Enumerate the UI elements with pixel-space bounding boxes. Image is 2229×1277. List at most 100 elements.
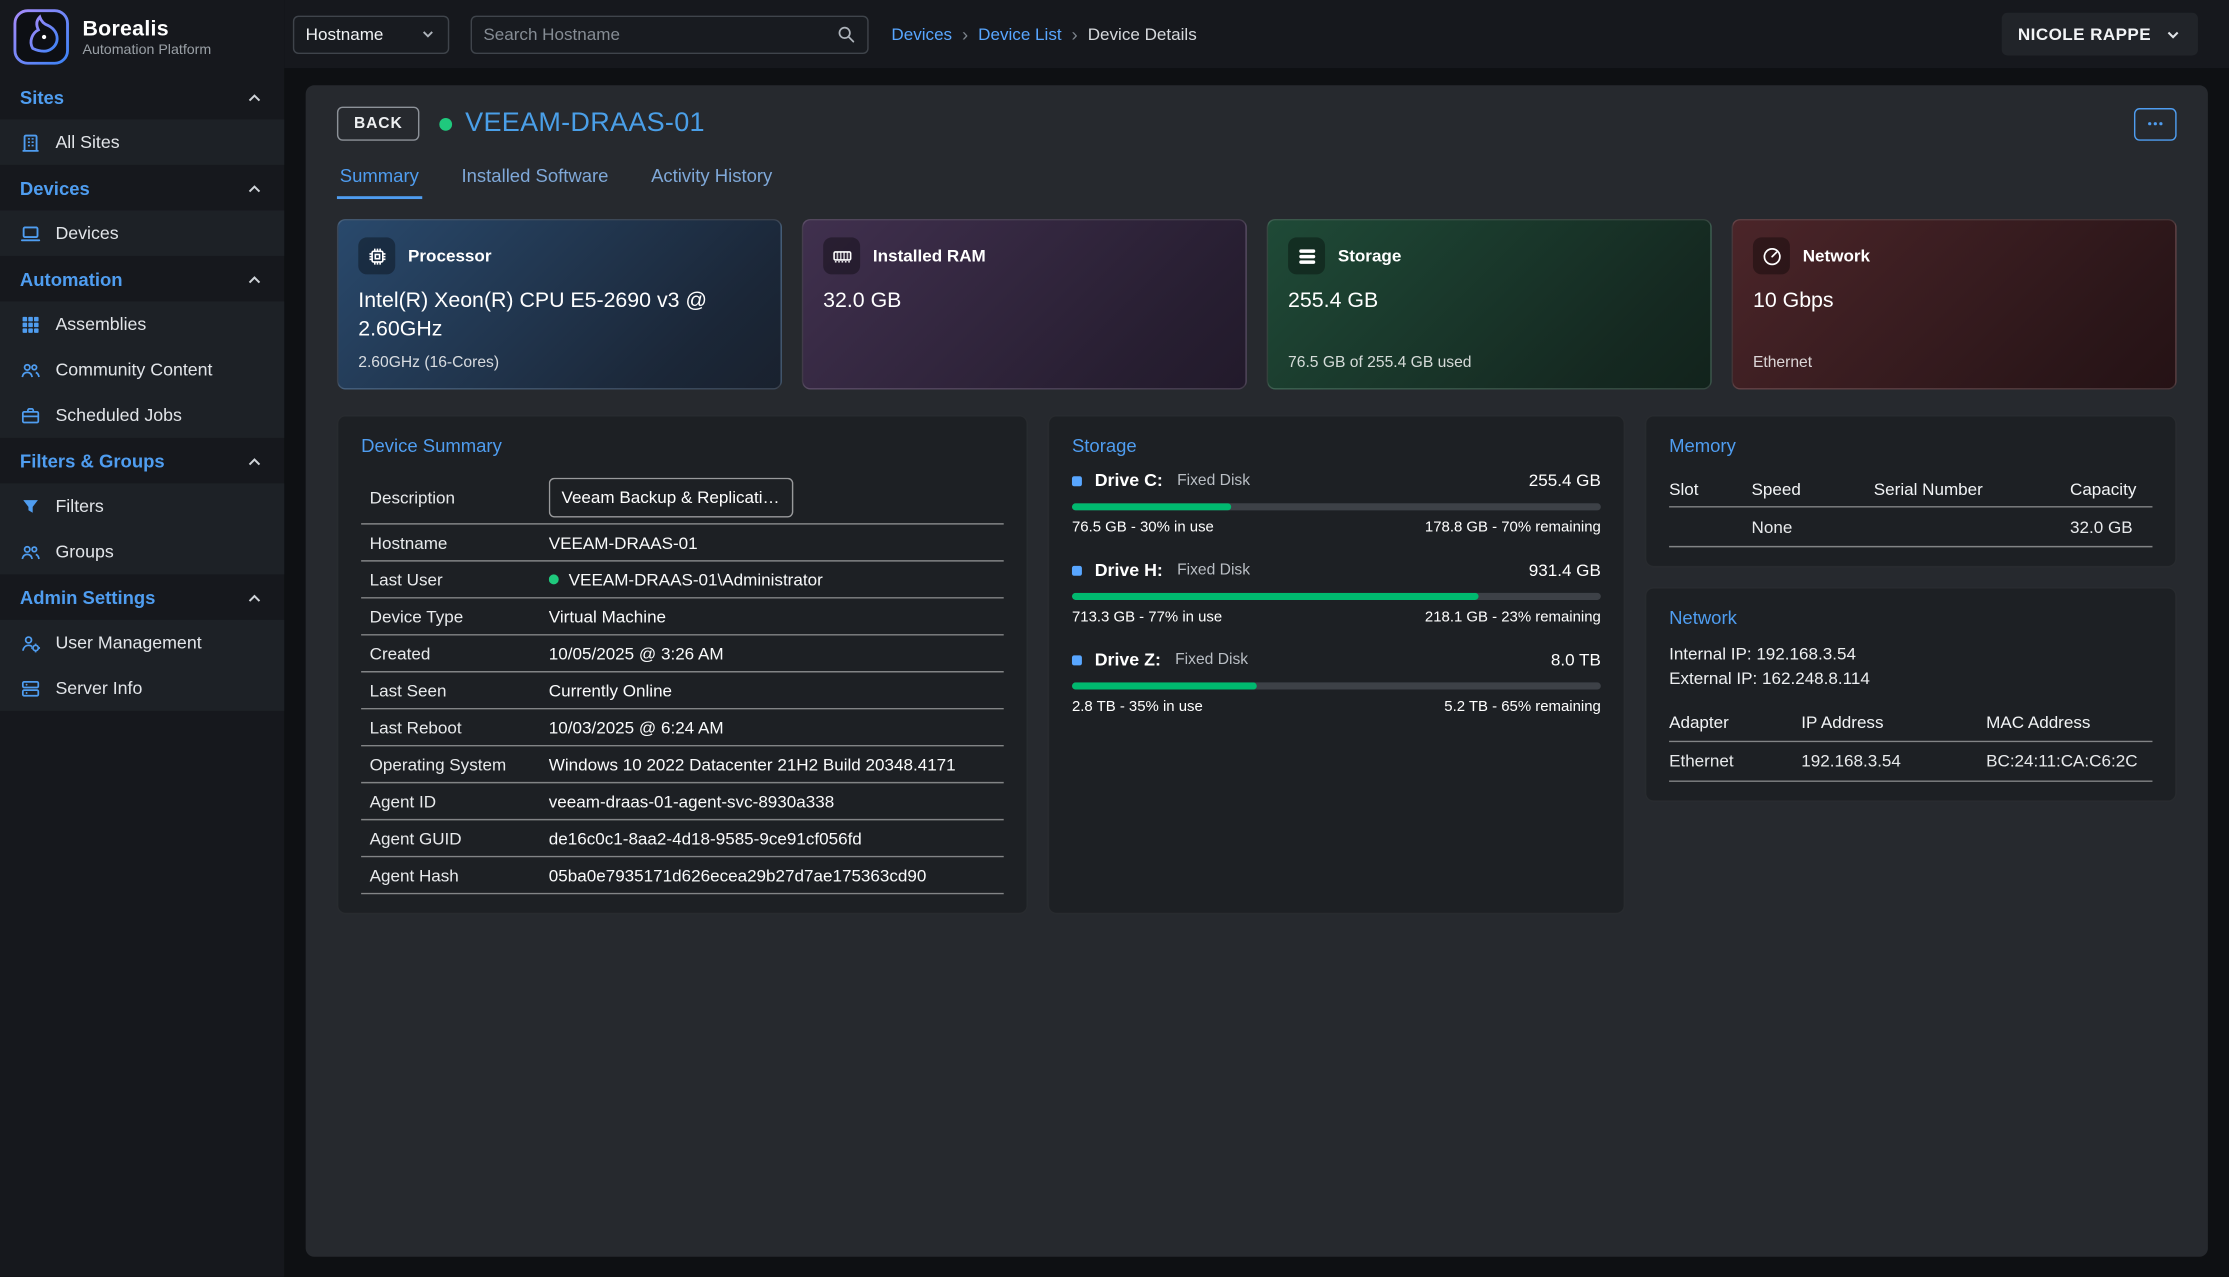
app-root: Borealis Automation Platform Sites All S…: [0, 0, 2229, 1277]
sidebar-item-groups[interactable]: Groups: [0, 529, 284, 574]
storage-panel-title: Storage: [1072, 435, 1601, 456]
breadcrumb-devices-link[interactable]: Devices: [891, 24, 952, 44]
drive-bullet-icon: [1072, 476, 1082, 486]
sidebar-item-all-sites[interactable]: All Sites: [0, 119, 284, 164]
detail-grid: Device Summary Description Hostname VEEA…: [337, 415, 2177, 914]
memory-panel-title: Memory: [1669, 435, 2152, 456]
memory-panel: Memory Slot Speed Serial Number Capacity…: [1645, 415, 2177, 567]
tab-summary[interactable]: Summary: [337, 159, 422, 199]
sidebar-item-assemblies[interactable]: Assemblies: [0, 301, 284, 346]
cell-adapter: Ethernet: [1669, 751, 1801, 771]
row-label: Hostname: [361, 532, 549, 552]
col-speed: Speed: [1752, 478, 1874, 498]
stat-cards: Processor Intel(R) Xeon(R) CPU E5-2690 v…: [337, 219, 2177, 390]
sidebar-item-devices[interactable]: Devices: [0, 210, 284, 255]
sidebar-item-user-management[interactable]: User Management: [0, 620, 284, 665]
back-button[interactable]: BACK: [337, 107, 420, 141]
breadcrumb-separator: ›: [962, 23, 968, 44]
sidebar-item-label: Server Info: [55, 678, 142, 698]
network-table-row: Ethernet 192.168.3.54 BC:24:11:CA:C6:2C: [1669, 742, 2152, 782]
sidebar-item-community-content[interactable]: Community Content: [0, 347, 284, 392]
user-menu-button[interactable]: NICOLE RAPPE: [2002, 13, 2198, 56]
sidebar-section-filters-groups[interactable]: Filters & Groups: [0, 438, 284, 483]
storage-value: 255.4 GB: [1288, 287, 1690, 315]
sidebar-item-label: Assemblies: [55, 314, 146, 334]
storage-card: Storage 255.4 GB 76.5 GB of 255.4 GB use…: [1267, 219, 1712, 390]
row-label: Agent GUID: [361, 828, 549, 848]
drive-type: Fixed Disk: [1177, 472, 1250, 489]
summary-row-last-seen: Last Seen Currently Online: [361, 672, 1004, 709]
sidebar-item-scheduled-jobs[interactable]: Scheduled Jobs: [0, 392, 284, 437]
processor-value: Intel(R) Xeon(R) CPU E5-2690 v3 @ 2.60GH…: [358, 287, 760, 343]
card-label: Storage: [1338, 246, 1402, 266]
cell-ip-address: 192.168.3.54: [1801, 751, 1986, 771]
sidebar-item-label: User Management: [55, 633, 201, 653]
tab-activity-history[interactable]: Activity History: [648, 159, 775, 199]
drive-size: 8.0 TB: [1551, 650, 1601, 670]
drive-usage-bar: [1072, 503, 1601, 510]
row-label: Agent ID: [361, 791, 549, 811]
card-header: Installed RAM: [823, 237, 1225, 274]
page-title: VEEAM-DRAAS-01: [465, 108, 705, 139]
summary-row-agent-hash: Agent Hash 05ba0e7935171d626ecea29b27d7a…: [361, 857, 1004, 894]
sidebar-section-devices[interactable]: Devices: [0, 165, 284, 210]
online-status-dot: [440, 117, 453, 130]
sidebar-section-admin-settings[interactable]: Admin Settings: [0, 574, 284, 619]
people-icon: [20, 359, 41, 380]
summary-row-hostname: Hostname VEEAM-DRAAS-01: [361, 525, 1004, 562]
search-icon[interactable]: [836, 24, 856, 44]
network-panel-title: Network: [1669, 607, 2152, 628]
drive-z: Drive Z: Fixed Disk 8.0 TB 2.8 TB - 35% …: [1072, 650, 1601, 715]
row-value: VEEAM-DRAAS-01\Administrator: [549, 569, 1004, 589]
drive-usage-fill: [1072, 682, 1257, 689]
card-label: Network: [1803, 246, 1870, 266]
main-area: Hostname Devices › Device List › Device …: [284, 0, 2229, 1277]
device-header: BACK VEEAM-DRAAS-01: [337, 107, 2177, 141]
ram-icon: [823, 237, 860, 274]
grid-icon: [20, 313, 41, 334]
tab-installed-software[interactable]: Installed Software: [459, 159, 612, 199]
sidebar-section-sites[interactable]: Sites: [0, 74, 284, 119]
drive-name: Drive C:: [1095, 471, 1163, 491]
content-area: BACK VEEAM-DRAAS-01 Summary Installed So…: [284, 68, 2229, 1276]
sidebar-item-label: Scheduled Jobs: [55, 405, 181, 425]
breadcrumb-device-list-link[interactable]: Device List: [978, 24, 1061, 44]
drive-type: Fixed Disk: [1175, 651, 1248, 668]
col-capacity: Capacity: [2070, 478, 2152, 498]
sidebar-section-automation[interactable]: Automation: [0, 256, 284, 301]
brand-text: Borealis Automation Platform: [82, 16, 211, 57]
sidebar-item-label: All Sites: [55, 132, 119, 152]
sidebar-section-sites-items: All Sites: [0, 119, 284, 164]
sidebar-item-server-info[interactable]: Server Info: [0, 665, 284, 710]
drive-bullet-icon: [1072, 655, 1082, 665]
more-actions-button[interactable]: [2134, 107, 2177, 140]
col-slot: Slot: [1669, 478, 1751, 498]
hostname-filter-label: Hostname: [306, 24, 384, 44]
description-input[interactable]: [549, 477, 794, 517]
drive-size: 255.4 GB: [1529, 471, 1601, 491]
sidebar-item-filters[interactable]: Filters: [0, 483, 284, 528]
search-input[interactable]: [483, 24, 836, 44]
cell-mac-address: BC:24:11:CA:C6:2C: [1986, 751, 2152, 771]
summary-row-agent-guid: Agent GUID de16c0c1-8aa2-4d18-9585-9ce91…: [361, 820, 1004, 857]
chevron-up-icon: [245, 178, 265, 198]
summary-row-operating-system: Operating System Windows 10 2022 Datacen…: [361, 746, 1004, 783]
storage-panel: Storage Drive C: Fixed Disk 255.4 GB: [1048, 415, 1625, 914]
device-summary-title: Device Summary: [361, 435, 1004, 456]
hostname-filter-select[interactable]: Hostname: [293, 15, 449, 53]
drive-size: 931.4 GB: [1529, 560, 1601, 580]
row-value: de16c0c1-8aa2-4d18-9585-9ce91cf056fd: [549, 828, 1004, 848]
network-footer: Ethernet: [1753, 354, 2155, 371]
summary-row-last-user: Last User VEEAM-DRAAS-01\Administrator: [361, 562, 1004, 599]
borealis-logo-icon: [13, 9, 70, 66]
col-ip-address: IP Address: [1801, 713, 1986, 733]
sidebar-section-label: Automation: [20, 269, 123, 290]
brand-subtitle: Automation Platform: [82, 42, 211, 58]
summary-row-agent-id: Agent ID veeam-draas-01-agent-svc-8930a3…: [361, 783, 1004, 820]
drive-remaining-text: 5.2 TB - 65% remaining: [1444, 698, 1601, 715]
laptop-icon: [20, 222, 41, 243]
row-label: Operating System: [361, 754, 549, 774]
drive-remaining-text: 218.1 GB - 23% remaining: [1425, 608, 1601, 625]
network-panel: Network Internal IP: 192.168.3.54 Extern…: [1645, 587, 2177, 801]
people-icon: [20, 541, 41, 562]
